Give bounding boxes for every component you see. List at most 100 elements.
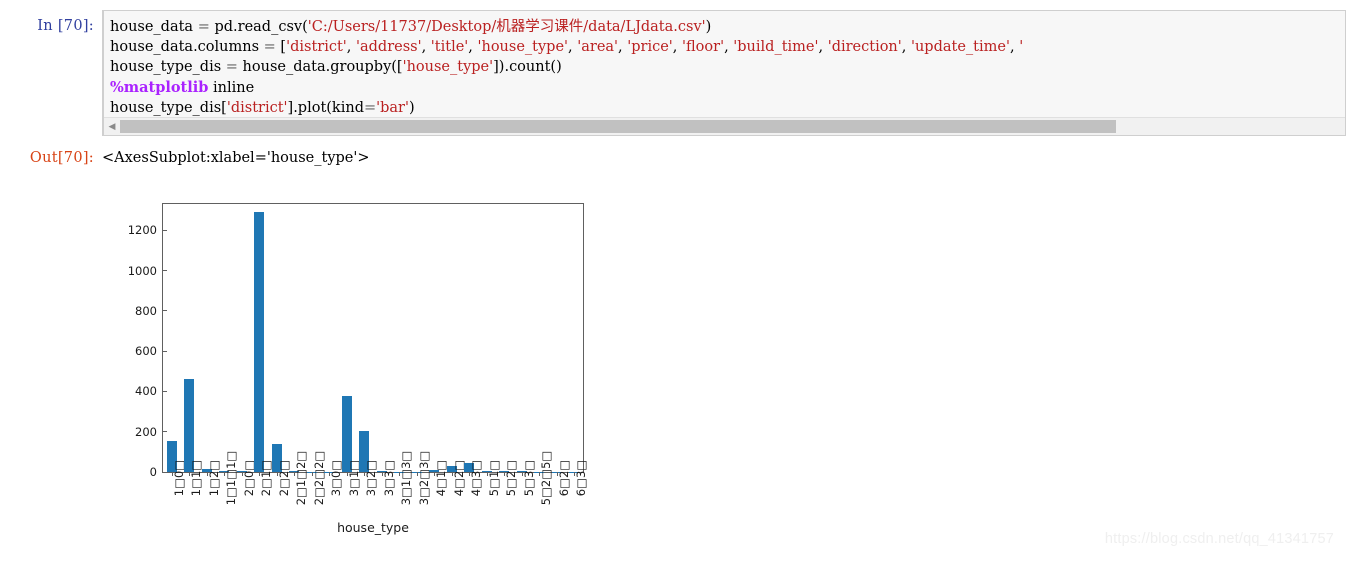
code-line-4[interactable]: %matplotlib inline: [110, 78, 1345, 98]
matplotlib-figure: 1□0□ 1□1□ 1□2□ 1□1□1□ 2□0□ 2□1□ 2□2□ 2□1□2□ 2□2□…: [108, 195, 598, 545]
code-token: ,: [568, 39, 578, 56]
y-tick-label: 1000: [127, 263, 157, 278]
scrollbar-thumb[interactable]: [120, 120, 1116, 133]
code-token: ,: [724, 39, 734, 56]
bar-slot: 5□1□: [478, 204, 501, 496]
code-token: 'address': [356, 39, 422, 56]
bar-slot: 3□0□: [321, 204, 343, 496]
bar-slot: 1□1□1□: [216, 204, 238, 505]
code-token: [: [275, 39, 287, 56]
code-line-2[interactable]: house_data.columns = ['district', 'addre…: [110, 37, 1345, 57]
code-token: ,: [346, 39, 356, 56]
output-prompt: Out[70]:: [29, 150, 94, 166]
y-tick-mark: [163, 471, 167, 473]
bar-slot: 3□3□: [373, 204, 396, 496]
code-token: ,: [468, 39, 478, 56]
bar: [184, 379, 195, 472]
y-tick-mark: [163, 270, 167, 271]
code-token: ,: [901, 39, 911, 56]
bar-slot: 2□1□: [251, 204, 273, 496]
code-line-5[interactable]: house_type_dis['district'].plot(kind='ba…: [110, 98, 1345, 118]
bar-slot: 2□2□2□: [303, 204, 326, 505]
code-token: read_csv(: [237, 19, 308, 35]
triangle-left-icon[interactable]: ◀: [104, 118, 120, 135]
bar-slot: 3□2□3□: [408, 204, 431, 505]
code-token: 'build_time': [733, 39, 819, 56]
code-editor[interactable]: house_data = pd.read_csv('C:/Users/11737…: [102, 10, 1346, 136]
bar-slot: 2□2□: [268, 204, 291, 496]
y-tick-label: 400: [135, 384, 157, 399]
bar-slot: 1□1□: [181, 204, 203, 496]
bar-slot: 5□2□: [496, 204, 518, 496]
code-token: house_type_dis: [110, 59, 226, 76]
bar-slot: 3□1□: [338, 204, 361, 496]
code-token: 'house_type': [402, 59, 494, 76]
bar-slot: 6□3□: [566, 204, 588, 496]
code-token: =: [263, 39, 276, 56]
code-line-1[interactable]: house_data = pd.read_csv('C:/Users/11737…: [110, 17, 1345, 37]
y-tick-label: 800: [135, 303, 157, 318]
code-token: ): [705, 19, 712, 35]
code-token: ,: [421, 39, 431, 56]
code-token: house_data: [110, 19, 198, 35]
bar-slot: 4□3□: [461, 204, 483, 496]
y-tick-mark: [163, 431, 167, 433]
code-token: =: [225, 59, 238, 76]
y-tick-label: 0: [149, 465, 157, 479]
code-token: ,: [1009, 39, 1020, 56]
y-tick-label: 200: [135, 424, 157, 439]
bar-slot: 3□2□: [356, 204, 378, 496]
code-token: 'area': [577, 39, 619, 56]
x-tick-label: 6□3□: [574, 459, 589, 497]
code-token: pd.: [209, 19, 238, 35]
output-cell: Out[70]: <AxesSubplot:xlabel='house_type…: [0, 144, 1346, 166]
code-token: 'direction': [827, 39, 902, 56]
input-cell: In [70]: house_data = pd.read_csv('C:/Us…: [0, 0, 1346, 136]
code-token: 'price': [627, 39, 673, 56]
code-token: inline: [208, 79, 255, 96]
y-tick-mark: [163, 310, 167, 312]
y-tick-mark: [163, 229, 167, 231]
bar-slot: 4□1□: [426, 204, 448, 496]
x-axis-label: house_type: [337, 520, 409, 535]
y-tick-mark: [163, 350, 167, 352]
bar-slot: 2□1□2□: [286, 204, 308, 505]
code-token: 'house_type': [477, 39, 569, 56]
bar-slot: 6□2□: [548, 204, 571, 496]
code-token: 'floor': [682, 39, 725, 56]
y-tick-label: 600: [135, 344, 157, 359]
code-token: =: [197, 19, 210, 35]
code-token: ': [1019, 39, 1024, 56]
code-token: ): [408, 99, 415, 116]
code-token: ].plot(kind: [287, 99, 364, 116]
code-token: 'title': [430, 39, 469, 56]
bar: [254, 212, 265, 472]
bar-slot: 5□3□: [513, 204, 536, 496]
output-repr-text: <AxesSubplot:xlabel='house_type'>: [102, 150, 370, 166]
bar-slot: 4□2□: [443, 204, 466, 496]
code-token: ,: [618, 39, 628, 56]
code-token: 'bar': [376, 99, 409, 116]
code-token: 'district': [226, 99, 288, 116]
code-token: house_data.groupby([: [237, 59, 403, 76]
chart-axes: 1□0□ 1□1□ 1□2□ 1□1□1□ 2□0□ 2□1□ 2□2□ 2□1□2□ 2□2□…: [128, 203, 588, 505]
bar-slot: 5□2□5□: [531, 204, 553, 505]
code-token: 'update_time': [910, 39, 1010, 56]
code-token: 'district': [286, 39, 347, 56]
code-block[interactable]: house_data = pd.read_csv('C:/Users/11737…: [104, 11, 1345, 118]
code-horizontal-scrollbar[interactable]: ◀: [104, 117, 1345, 135]
code-line-3[interactable]: house_type_dis = house_data.groupby(['ho…: [110, 57, 1345, 77]
input-prompt: In [70]:: [37, 18, 94, 34]
code-token: ,: [672, 39, 683, 56]
code-token: 'C:/Users/11737/Desktop/机器学习课件/data/LJda…: [307, 19, 706, 35]
watermark-text: https://blog.csdn.net/qq_41341757: [1104, 531, 1334, 547]
code-token: ,: [818, 39, 828, 56]
bar-plot-area: 1□0□ 1□1□ 1□2□ 1□1□1□ 2□0□ 2□1□ 2□2□ 2□1□2□ 2□2□…: [163, 204, 588, 505]
y-tick-label: 1200: [127, 223, 157, 238]
bar-slot: 2□0□: [233, 204, 256, 496]
bar-slot: 1□2□: [198, 204, 221, 496]
code-token: house_type_dis[: [110, 99, 227, 116]
code-token: %matplotlib: [110, 78, 209, 96]
bar-slot: 3□1□3□: [391, 204, 413, 505]
code-token: house_data.columns: [110, 39, 264, 56]
